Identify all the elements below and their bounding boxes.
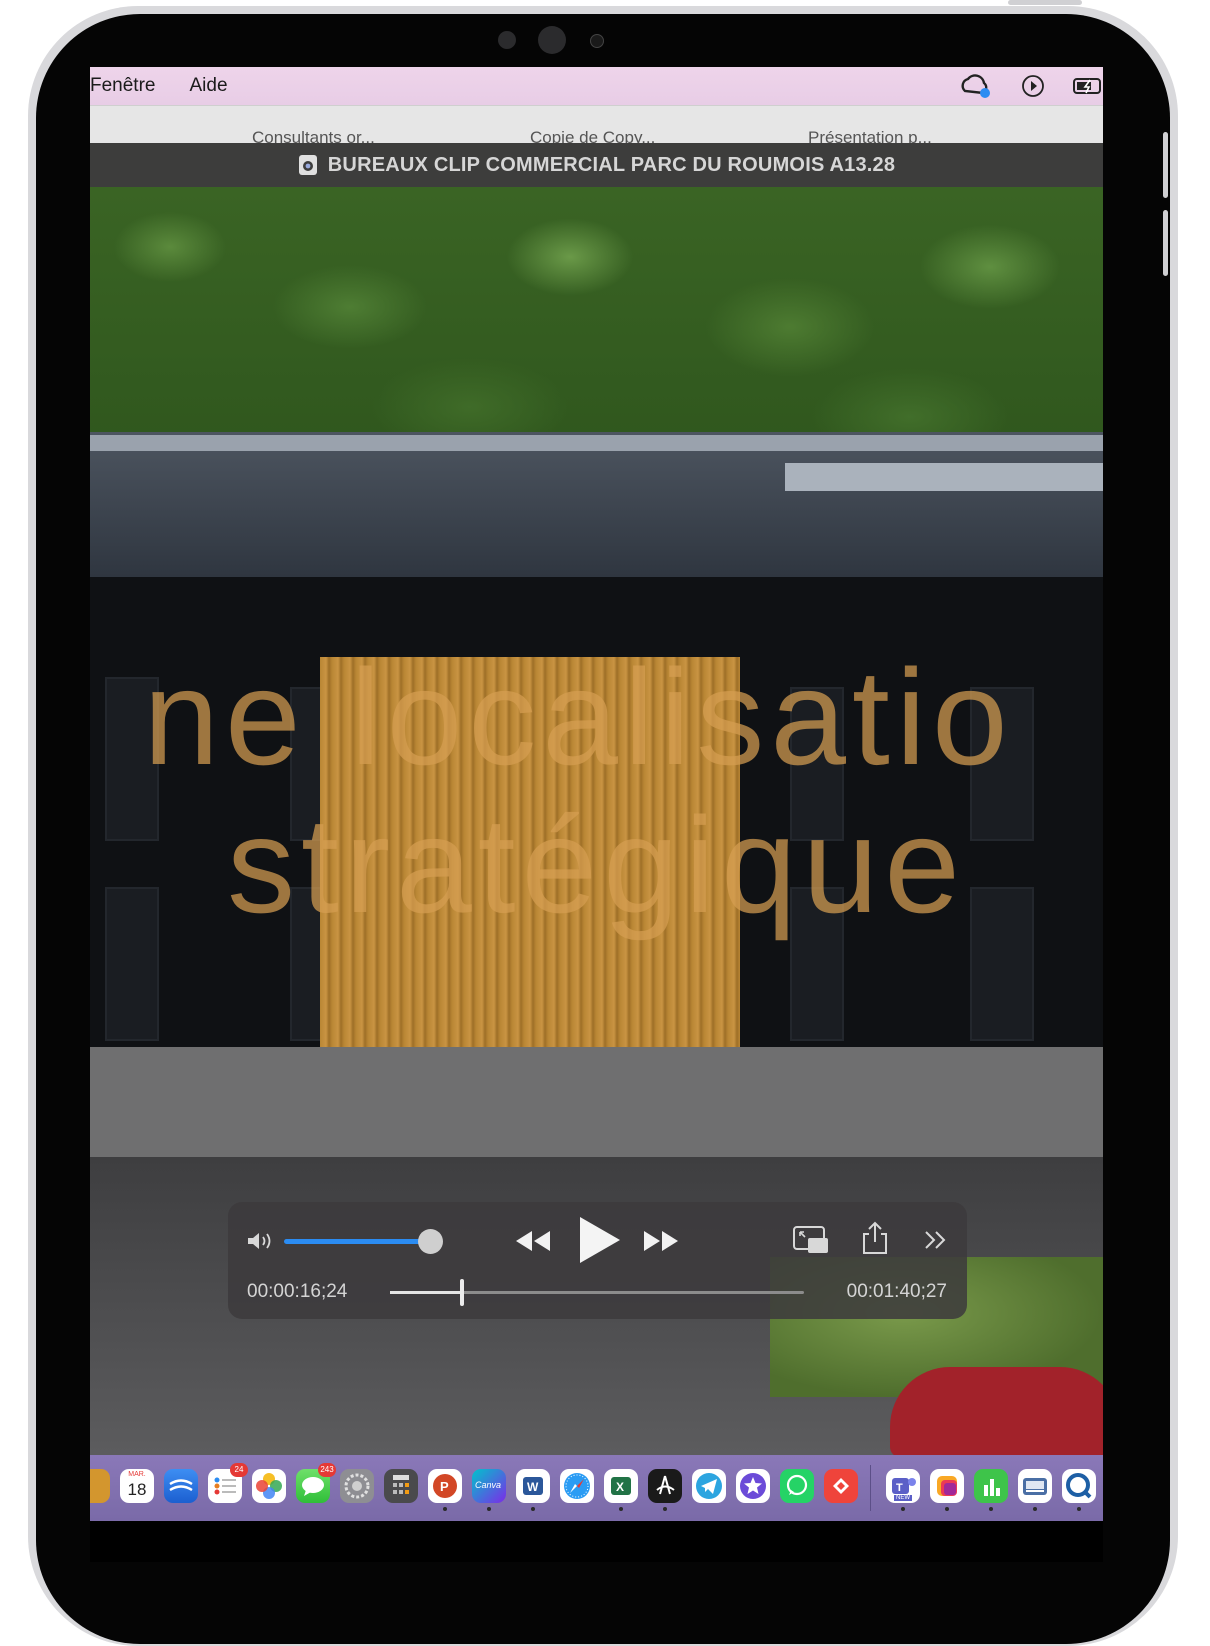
reminders-icon[interactable]: 24 (208, 1463, 248, 1503)
camera-icon (538, 26, 566, 54)
menu-fenetre[interactable]: Fenêtre (90, 75, 171, 97)
canva-label: Canva (475, 1480, 502, 1490)
video-trees (90, 187, 1103, 467)
browser-tab-strip: Consultants or... Copie de Copy... Prése… (90, 105, 1103, 144)
imovie-icon[interactable] (736, 1469, 770, 1503)
volume-icon[interactable] (246, 1230, 276, 1252)
calendar-icon[interactable]: MAR. 18 (120, 1469, 154, 1503)
total-duration: 00:01:40;27 (846, 1281, 947, 1302)
dock: MAR. 18 24 243 P Canva W X T NEW (90, 1455, 1103, 1521)
video-caption-line2: stratégique (227, 789, 966, 941)
tab-consultants[interactable]: Consultants or... (212, 128, 462, 144)
timeline-progress (390, 1291, 460, 1294)
canva-icon[interactable]: Canva (472, 1469, 506, 1503)
screen: Fenêtre Aide Consultants or... Copie de … (90, 67, 1103, 1562)
safari-icon[interactable] (560, 1469, 594, 1503)
top-button (1008, 0, 1082, 5)
menu-aide[interactable]: Aide (171, 75, 243, 97)
colorsync-icon[interactable] (930, 1469, 964, 1503)
creative-cloud-icon[interactable] (959, 73, 993, 99)
battery-icon (1073, 78, 1101, 94)
light-sensor-dot (590, 34, 604, 48)
reminders-badge: 24 (230, 1463, 248, 1477)
svg-text:X: X (616, 1480, 624, 1494)
running-indicator (1033, 1507, 1037, 1511)
running-indicator (531, 1507, 535, 1511)
player-controls: 00:00:16;24 00:01:40;27 (228, 1202, 967, 1319)
volume-slider-knob[interactable] (418, 1229, 443, 1254)
rewind-icon[interactable] (512, 1227, 554, 1255)
more-chevron-icon[interactable] (922, 1228, 950, 1252)
share-icon[interactable] (860, 1220, 890, 1256)
running-indicator (989, 1507, 993, 1511)
numbers-icon[interactable] (974, 1469, 1008, 1503)
current-time: 00:00:16;24 (247, 1281, 348, 1302)
tab-copie-de-copy[interactable]: Copie de Copy... (490, 128, 750, 144)
photos-icon[interactable] (252, 1469, 286, 1503)
word-icon[interactable]: W (516, 1469, 550, 1503)
dock-separator (870, 1465, 871, 1511)
svg-text:T: T (896, 1482, 903, 1494)
fast-forward-icon[interactable] (640, 1227, 682, 1255)
tab-presentation[interactable]: Présentation p... (768, 128, 1018, 144)
tab-label: Copie de Copy... (530, 128, 656, 144)
powerpoint-icon[interactable]: P (428, 1469, 462, 1503)
preview-icon[interactable] (1018, 1469, 1052, 1503)
timeline-playhead[interactable] (460, 1279, 464, 1306)
acrobat-icon[interactable] (648, 1469, 682, 1503)
play-icon[interactable] (576, 1214, 622, 1266)
running-indicator (619, 1507, 623, 1511)
volume-slider[interactable] (284, 1239, 434, 1244)
running-indicator (901, 1507, 905, 1511)
svg-text:P: P (440, 1479, 449, 1494)
picture-in-picture-icon[interactable] (792, 1224, 830, 1256)
telegram-icon[interactable] (692, 1469, 726, 1503)
sensor-dot (498, 31, 516, 49)
messages-icon[interactable]: 243 (296, 1463, 336, 1503)
mission-control-icon[interactable] (164, 1469, 198, 1503)
calendar-day: 18 (127, 1480, 147, 1499)
calculator-icon[interactable] (384, 1469, 418, 1503)
video-caption-line1: ne localisatio (143, 641, 1014, 793)
running-indicator (443, 1507, 447, 1511)
video-roof (90, 432, 1103, 577)
video-roof-edge (90, 435, 1103, 451)
teams-icon[interactable]: T NEW (886, 1469, 920, 1503)
running-indicator (945, 1507, 949, 1511)
calendar-month: MAR. (128, 1471, 146, 1478)
whatsapp-icon[interactable] (780, 1469, 814, 1503)
movie-file-icon (298, 155, 317, 175)
anydesk-icon[interactable] (824, 1469, 858, 1503)
play-circle-icon[interactable] (1021, 74, 1045, 98)
tab-label: Consultants or... (252, 128, 375, 144)
menu-bar: Fenêtre Aide (90, 67, 1103, 105)
messages-badge: 243 (318, 1463, 336, 1477)
running-indicator (487, 1507, 491, 1511)
quicktime-icon[interactable] (1062, 1469, 1096, 1503)
window-title-bar: BUREAUX CLIP COMMERCIAL PARC DU ROUMOIS … (90, 143, 1103, 187)
video-frame[interactable]: ne localisatio stratégique 00:00:16;24 0… (90, 187, 1103, 1455)
volume-up-button (1163, 132, 1168, 198)
window-title: BUREAUX CLIP COMMERCIAL PARC DU ROUMOIS … (327, 153, 896, 176)
system-settings-icon[interactable] (340, 1469, 374, 1503)
menu-extras (959, 67, 1103, 105)
running-indicator (1077, 1507, 1081, 1511)
finder-partial-icon[interactable] (90, 1469, 110, 1503)
video-plinth (90, 1047, 1103, 1157)
video-roof-cap (785, 463, 1103, 491)
teams-new-label: NEW (894, 1495, 912, 1501)
running-indicator (663, 1507, 667, 1511)
volume-down-button (1163, 210, 1168, 276)
screen-bottom (90, 1521, 1103, 1562)
video-car (890, 1367, 1103, 1455)
svg-text:W: W (527, 1480, 539, 1494)
excel-icon[interactable]: X (604, 1469, 638, 1503)
tab-label: Présentation p... (808, 128, 932, 144)
